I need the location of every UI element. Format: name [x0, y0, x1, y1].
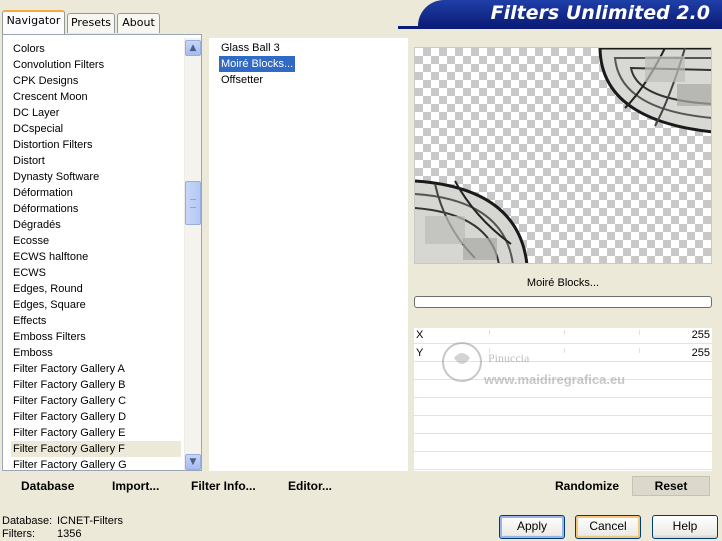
- param-value: 255: [691, 347, 710, 359]
- category-item[interactable]: Filter Factory Gallery E: [11, 425, 181, 441]
- category-item[interactable]: DCspecial: [11, 121, 181, 137]
- scroll-thumb[interactable]: [185, 181, 201, 225]
- category-item[interactable]: Filter Factory Gallery G: [11, 457, 181, 470]
- watermark-logo: Pinuccia www.maidiregrafica.eu: [442, 342, 625, 387]
- filter-item[interactable]: Offsetter: [219, 72, 265, 88]
- apply-button[interactable]: Apply: [499, 515, 565, 539]
- status-database-label: Database:: [2, 515, 53, 527]
- category-item[interactable]: CPK Designs: [11, 73, 181, 89]
- tab-navigator[interactable]: Navigator: [2, 10, 65, 34]
- watermark: Pinuccia www.maidiregrafica.eu: [440, 334, 660, 394]
- category-item[interactable]: Filter Factory Gallery B: [11, 377, 181, 393]
- param-label: X: [416, 329, 424, 341]
- scroll-down-button[interactable]: ▼: [185, 454, 201, 470]
- category-item[interactable]: Convolution Filters: [11, 57, 181, 73]
- banner-underline: [398, 26, 722, 29]
- category-list[interactable]: Colors Convolution Filters CPK Designs Cres…: [2, 34, 202, 471]
- import-button[interactable]: Import...: [112, 479, 159, 493]
- category-item[interactable]: Dégradés: [11, 217, 181, 233]
- param-row-empty: [414, 436, 712, 452]
- category-item[interactable]: Effects: [11, 313, 181, 329]
- preview-image: [414, 47, 712, 264]
- category-item[interactable]: Distortion Filters: [11, 137, 181, 153]
- category-item[interactable]: Filter Factory Gallery F: [11, 441, 181, 457]
- cancel-button[interactable]: Cancel: [575, 515, 641, 539]
- moire-preview-graphic: [415, 48, 711, 263]
- scroll-up-button[interactable]: ▲: [185, 40, 201, 56]
- category-item[interactable]: Filter Factory Gallery D: [11, 409, 181, 425]
- category-item[interactable]: Crescent Moon: [11, 89, 181, 105]
- category-item[interactable]: Distort: [11, 153, 181, 169]
- watermark-name: Pinuccia: [488, 351, 530, 365]
- filter-item[interactable]: Moiré Blocks...: [219, 56, 296, 72]
- category-item[interactable]: Filter Factory Gallery A: [11, 361, 181, 377]
- category-item[interactable]: Déformations: [11, 201, 181, 217]
- filter-item[interactable]: Glass Ball 3: [219, 40, 282, 56]
- category-item[interactable]: Ecosse: [11, 233, 181, 249]
- category-item[interactable]: ECWS: [11, 265, 181, 281]
- status-filters-value: 1356: [57, 528, 82, 540]
- watermark-url: www.maidiregrafica.eu: [483, 372, 625, 387]
- status-filters: Filters: 1356: [2, 528, 81, 540]
- category-item[interactable]: Dynasty Software: [11, 169, 181, 185]
- editor-button[interactable]: Editor...: [288, 479, 332, 493]
- category-item[interactable]: Déformation: [11, 185, 181, 201]
- help-button[interactable]: Help: [652, 515, 718, 539]
- tab-presets[interactable]: Presets: [67, 13, 115, 33]
- param-row-empty: [414, 400, 712, 416]
- category-item[interactable]: ECWS halftone: [11, 249, 181, 265]
- reset-button[interactable]: Reset: [632, 476, 710, 496]
- category-item[interactable]: Edges, Round: [11, 281, 181, 297]
- category-scrollbar[interactable]: [184, 38, 201, 470]
- category-item[interactable]: DC Layer: [11, 105, 181, 121]
- category-item[interactable]: Emboss Filters: [11, 329, 181, 345]
- app-title: Filters Unlimited 2.0: [490, 2, 710, 24]
- param-value: 255: [691, 329, 710, 341]
- left-button-bar: Database Import... Filter Info... Editor…: [2, 473, 408, 499]
- status-filters-label: Filters:: [2, 528, 35, 540]
- status-database-value: ICNET-Filters: [57, 515, 123, 527]
- category-item[interactable]: Emboss: [11, 345, 181, 361]
- param-label: Y: [416, 347, 424, 359]
- category-item[interactable]: Filter Factory Gallery C: [11, 393, 181, 409]
- progress-bar: [414, 296, 712, 308]
- randomize-button[interactable]: Randomize: [555, 479, 619, 493]
- param-row-empty: [414, 454, 712, 470]
- current-filter-name: Moiré Blocks...: [526, 277, 600, 289]
- category-item[interactable]: Edges, Square: [11, 297, 181, 313]
- database-button[interactable]: Database: [21, 479, 74, 493]
- status-database: Database: ICNET-Filters: [2, 515, 123, 527]
- tab-about[interactable]: About: [117, 13, 160, 33]
- category-item[interactable]: Colors: [11, 41, 181, 57]
- filter-list[interactable]: Glass Ball 3 Moiré Blocks... Offsetter: [209, 38, 408, 471]
- filter-info-button[interactable]: Filter Info...: [191, 479, 256, 493]
- param-row-empty: [414, 418, 712, 434]
